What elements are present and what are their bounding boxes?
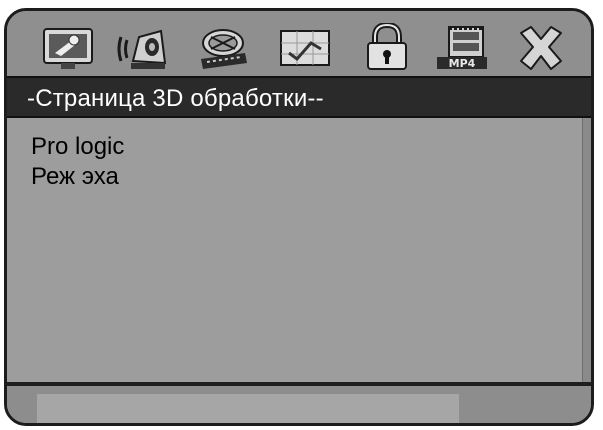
page-title: -Страница 3D обработки-- <box>27 85 324 112</box>
option-pro-logic[interactable]: Pro logic <box>31 134 124 160</box>
option-echo-mode[interactable]: Реж эха <box>31 164 119 190</box>
password-lock-icon[interactable] <box>359 23 415 73</box>
status-bar <box>37 394 459 423</box>
video-setup-icon[interactable] <box>195 23 251 73</box>
options-panel: Pro logic Реж эха <box>7 118 591 386</box>
setup-toolbar: MP4 <box>7 11 591 76</box>
setup-menu-window: MP4 -Страница 3D обработки-- Pro logic Р… <box>4 8 594 426</box>
status-area <box>7 386 591 423</box>
audio-setup-icon[interactable] <box>115 23 171 73</box>
svg-text:MP4: MP4 <box>449 57 476 70</box>
page-title-bar: -Страница 3D обработки-- <box>7 76 591 118</box>
panel-edge <box>582 118 591 386</box>
general-setup-icon[interactable] <box>41 23 97 73</box>
preferences-icon[interactable] <box>277 23 333 73</box>
mp4-setup-icon[interactable]: MP4 <box>435 23 491 73</box>
exit-icon[interactable] <box>513 23 569 73</box>
